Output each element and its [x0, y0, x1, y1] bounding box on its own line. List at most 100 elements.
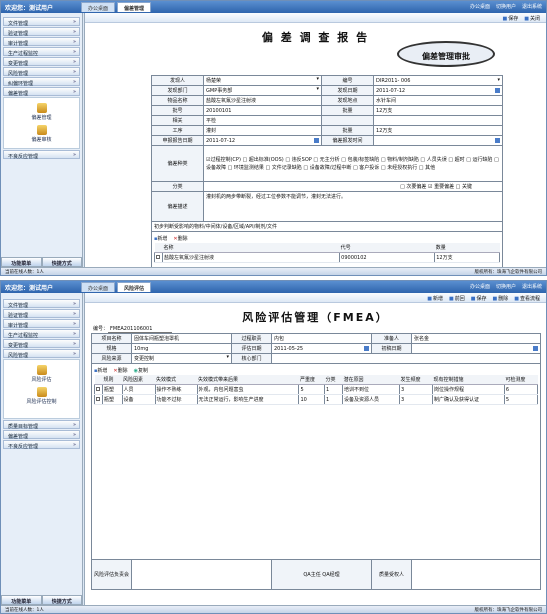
footer-label-risk: 风险评估负责会	[91, 559, 132, 590]
sidebar-item-process[interactable]: 生产过程监控	[3, 329, 80, 339]
delete-button[interactable]: 删除	[173, 235, 188, 242]
fmea-table: 规则 风险因素 失效模式 失效模式带来后果 严重度 分类 潜在原因 发生频度 现有控制措施 可检测…	[94, 375, 539, 405]
delete-row-button[interactable]: 删除	[113, 367, 128, 374]
sidebar-item-change[interactable]: 变更管理	[3, 339, 80, 349]
tab-desktop[interactable]: 办公桌面	[81, 2, 116, 12]
classification[interactable]: □ 次要偏差 ☑ 重要偏差 □ 关键	[203, 181, 503, 192]
close-button[interactable]: 关闭	[524, 15, 540, 22]
document-icon	[36, 103, 47, 113]
core-dept-field[interactable]	[271, 353, 541, 364]
welcome-text: 欢迎您：测试用户	[5, 285, 54, 292]
batch-size-field[interactable]: 12万支	[373, 105, 503, 116]
number-field[interactable]: FMEA201106001	[108, 326, 173, 333]
batch-field[interactable]: 20100101	[203, 105, 322, 116]
table-row[interactable]: 盐酸左氧氟沙星注射液 09000102 12万支	[154, 252, 500, 263]
sidebar-item-change[interactable]: 变更管理	[3, 57, 80, 67]
found-date-field[interactable]: 2011-07-12	[373, 85, 503, 96]
screenshot-risk: 欢迎您：测试用户 办公桌面 风险评估 办公桌面 切换用户 退出系统 文件管理 验…	[0, 280, 547, 614]
add-button[interactable]: 新增	[154, 235, 167, 242]
desktop-link[interactable]: 办公桌面	[470, 283, 490, 290]
screenshot-deviation: 欢迎您：测试用户 办公桌面 偏差管理 办公桌面 切换用户 退出系统 文件管理 验…	[0, 0, 547, 276]
source-select[interactable]: 变更控制	[131, 353, 232, 364]
submenu-risk-assess[interactable]: 风险评估	[4, 363, 79, 385]
add-button[interactable]: 新增	[94, 367, 107, 374]
sidebar-item-files[interactable]: 文件管理	[3, 299, 80, 309]
location-field[interactable]: 水针车间	[373, 95, 503, 106]
footer-sign-qp[interactable]	[411, 559, 541, 590]
tab-deviation[interactable]: 偏差管理	[117, 2, 152, 12]
submenu-deviation-manage[interactable]: 偏差管理	[4, 101, 79, 123]
quantity-field[interactable]: 12万支	[373, 125, 503, 136]
footer-label-qa: QA主任 QA经理	[271, 559, 372, 590]
sidebar-item-correction[interactable]: 纠偏环管理	[3, 77, 80, 87]
tab-function-menu[interactable]: 功能菜单	[1, 257, 42, 267]
table-row[interactable]: 瓶塑 设备 功能不过标 无法正常运行，影响生产进度 10 1 设备及资源人员 3 制广确认及获得…	[94, 394, 539, 405]
sidebar-item-files[interactable]: 文件管理	[3, 17, 80, 27]
footer-sign-risk[interactable]	[131, 559, 272, 590]
preparer-field[interactable]: 张名金	[411, 333, 541, 344]
footer-label-qp: 质量受权人	[371, 559, 412, 590]
submenu: 偏差管理 偏差审核	[3, 97, 80, 149]
related-field[interactable]: 平检	[203, 115, 322, 126]
process-field[interactable]: 灌封	[203, 125, 322, 136]
finder-select[interactable]: 杨楚荣	[206, 76, 319, 84]
document-icon	[36, 365, 47, 375]
copy-button[interactable]: 复制	[134, 367, 148, 374]
sidebar-item-adverse[interactable]: 不良反应管理	[3, 150, 80, 160]
calendar-icon	[314, 137, 319, 143]
number-select[interactable]: DIR2011- 006	[376, 77, 500, 84]
report-date-field[interactable]: 2011-07-12	[203, 135, 322, 146]
top-bar: 欢迎您：测试用户 办公桌面 偏差管理 办公桌面 切换用户 退出系统	[1, 1, 546, 13]
assess-date-field[interactable]: 2011-05-25	[271, 343, 372, 354]
calendar-icon	[364, 345, 369, 351]
submenu: 风险评估 风险评估控制	[3, 359, 80, 419]
sidebar-item-validation[interactable]: 验证管理	[3, 27, 80, 37]
logout-link[interactable]: 退出系统	[522, 283, 542, 290]
affected-label: 初步判断受影响的物料/中间体/设备/区域/API/制剂/文件	[151, 221, 503, 232]
switch-user-link[interactable]: 切换用户	[496, 3, 516, 10]
tab-shortcuts[interactable]: 快捷方式	[41, 257, 82, 267]
desktop-link[interactable]: 办公桌面	[470, 3, 490, 10]
tab-function-menu[interactable]: 功能菜单	[1, 595, 42, 605]
item-name-field[interactable]: 盐酸左氧氟沙星注射液	[203, 95, 322, 106]
save-button[interactable]: 保存	[471, 295, 486, 302]
sidebar-item-validation[interactable]: 验证管理	[3, 309, 80, 319]
save-button[interactable]: 保存	[503, 15, 518, 22]
draft-date-field[interactable]	[411, 343, 541, 354]
calendar-icon	[495, 87, 500, 93]
risk-form: 项目名称 固体车间瓶塑泡罩机 过程职责 内包 准备人 张名金 规格 10mg 评估日期 2011…	[91, 333, 541, 590]
deviation-form: 发现人杨楚荣编号DIR2011- 006 发现部门GMP事务部发现日期2011-…	[151, 75, 503, 275]
sidebar-item-deviation[interactable]: 偏差管理	[3, 430, 80, 440]
logout-link[interactable]: 退出系统	[522, 3, 542, 10]
sidebar-item-quality[interactable]: 质量目标管理	[3, 420, 80, 430]
switch-user-link[interactable]: 切换用户	[496, 283, 516, 290]
project-field[interactable]: 固体车间瓶塑泡罩机	[131, 333, 232, 344]
deviation-types[interactable]: ☑过程控制(CP) □ 超出标准(OOS) □ 违反SOP □ 无主分析 □ 包…	[203, 145, 503, 182]
sidebar-item-risk[interactable]: 风险管理	[3, 349, 80, 359]
number-row: 编号： FMEA201106001	[93, 325, 173, 333]
table-row[interactable]: 瓶塑 人员 操作不熟练 外观，内包问题害虫 5 1 培训不到位 3 岗位操作规程 6	[94, 384, 539, 395]
tab-risk[interactable]: 风险评估	[117, 282, 152, 292]
report-time-field[interactable]	[373, 135, 503, 146]
sidebar-item-audit[interactable]: 审计管理	[3, 319, 80, 329]
spec-field[interactable]: 10mg	[131, 343, 232, 354]
delete-button[interactable]: 删除	[493, 295, 508, 302]
sidebar-item-deviation[interactable]: 偏差管理	[3, 87, 80, 97]
sidebar-item-adverse[interactable]: 不良反应管理	[3, 440, 80, 450]
submenu-risk-control[interactable]: 风险评估控制	[4, 385, 79, 407]
top-bar: 欢迎您：测试用户 办公桌面 风险评估 办公桌面 切换用户 退出系统	[1, 281, 546, 293]
tab-shortcuts[interactable]: 快捷方式	[41, 595, 82, 605]
back-button[interactable]: 前回	[449, 295, 465, 302]
new-button[interactable]: 新增	[427, 295, 443, 302]
duty-field[interactable]: 内包	[271, 333, 372, 344]
status-bar: 当前在线人数：1人 版权所有：珠海飞企软件有限公司	[1, 605, 546, 613]
main-panel: 新增 前回 保存 删除 查看流程 风险评估管理（FMEA） 编号：FMEA201…	[84, 293, 546, 605]
sidebar-item-process[interactable]: 生产过程监控	[3, 47, 80, 57]
sidebar-item-risk[interactable]: 风险管理	[3, 67, 80, 77]
submenu-deviation-review[interactable]: 偏差审核	[4, 123, 79, 145]
description-field[interactable]: 灌封机的两步带断裂，经过工位参数不能调节，灌封无法进行。	[203, 191, 503, 222]
dept-select[interactable]: GMP事务部	[206, 86, 319, 94]
view-flow-button[interactable]: 查看流程	[514, 295, 540, 302]
tab-desktop[interactable]: 办公桌面	[81, 282, 116, 292]
sidebar-item-audit[interactable]: 审计管理	[3, 37, 80, 47]
